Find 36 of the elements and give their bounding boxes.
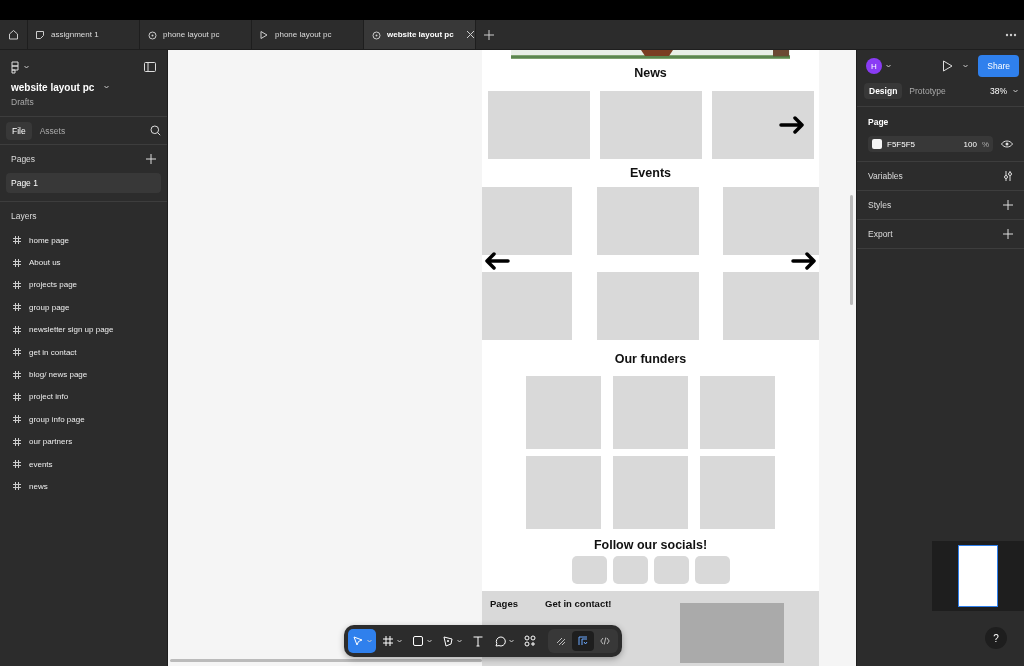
pages-heading: Pages: [11, 154, 36, 164]
page-heading: Page: [868, 117, 889, 127]
layer-item[interactable]: get in contact: [29, 347, 77, 357]
footer-heading: Pages: [490, 598, 519, 609]
layer-item[interactable]: group info page: [29, 414, 85, 424]
section-label: Export: [868, 229, 893, 239]
user-avatar[interactable]: H: [866, 58, 882, 74]
layer-item[interactable]: news: [29, 482, 48, 491]
section-heading: Events: [630, 166, 671, 181]
panel-tab[interactable]: Design: [864, 83, 903, 99]
page-color-field[interactable]: F5F5F5 100 %: [868, 136, 993, 152]
layer-item[interactable]: our partners: [29, 437, 73, 447]
layer-item[interactable]: events: [29, 459, 53, 469]
file-name[interactable]: website layout pc: [11, 81, 95, 93]
panel-tab[interactable]: Assets: [33, 121, 72, 140]
section-label: Styles: [868, 200, 892, 210]
layers-heading: Layers: [11, 210, 37, 221]
layer-item[interactable]: project info: [29, 392, 69, 402]
section-heading: Our funders: [614, 352, 687, 367]
layer-item[interactable]: home page: [29, 235, 70, 245]
layer-item[interactable]: newsletter sign up page: [29, 325, 114, 335]
footer-heading: Get in contact!: [545, 598, 613, 609]
section-heading: News: [634, 66, 667, 81]
layer-item[interactable]: projects page: [29, 280, 78, 290]
section-label: Variables: [868, 171, 903, 181]
zoom-level[interactable]: 38%: [990, 86, 1007, 96]
document-tab[interactable]: website layout pc: [364, 20, 476, 49]
layer-item[interactable]: group page: [29, 302, 70, 312]
section-heading: Follow our socials!: [593, 538, 708, 553]
panel-tab[interactable]: Prototype: [904, 83, 951, 99]
layer-item[interactable]: About us: [29, 258, 61, 268]
page-item[interactable]: Page 1: [6, 173, 161, 193]
panel-tab[interactable]: File: [6, 121, 32, 140]
layer-item[interactable]: blog/ news page: [29, 370, 88, 380]
share-button[interactable]: Share: [978, 55, 1019, 77]
file-location: Drafts: [11, 97, 34, 107]
